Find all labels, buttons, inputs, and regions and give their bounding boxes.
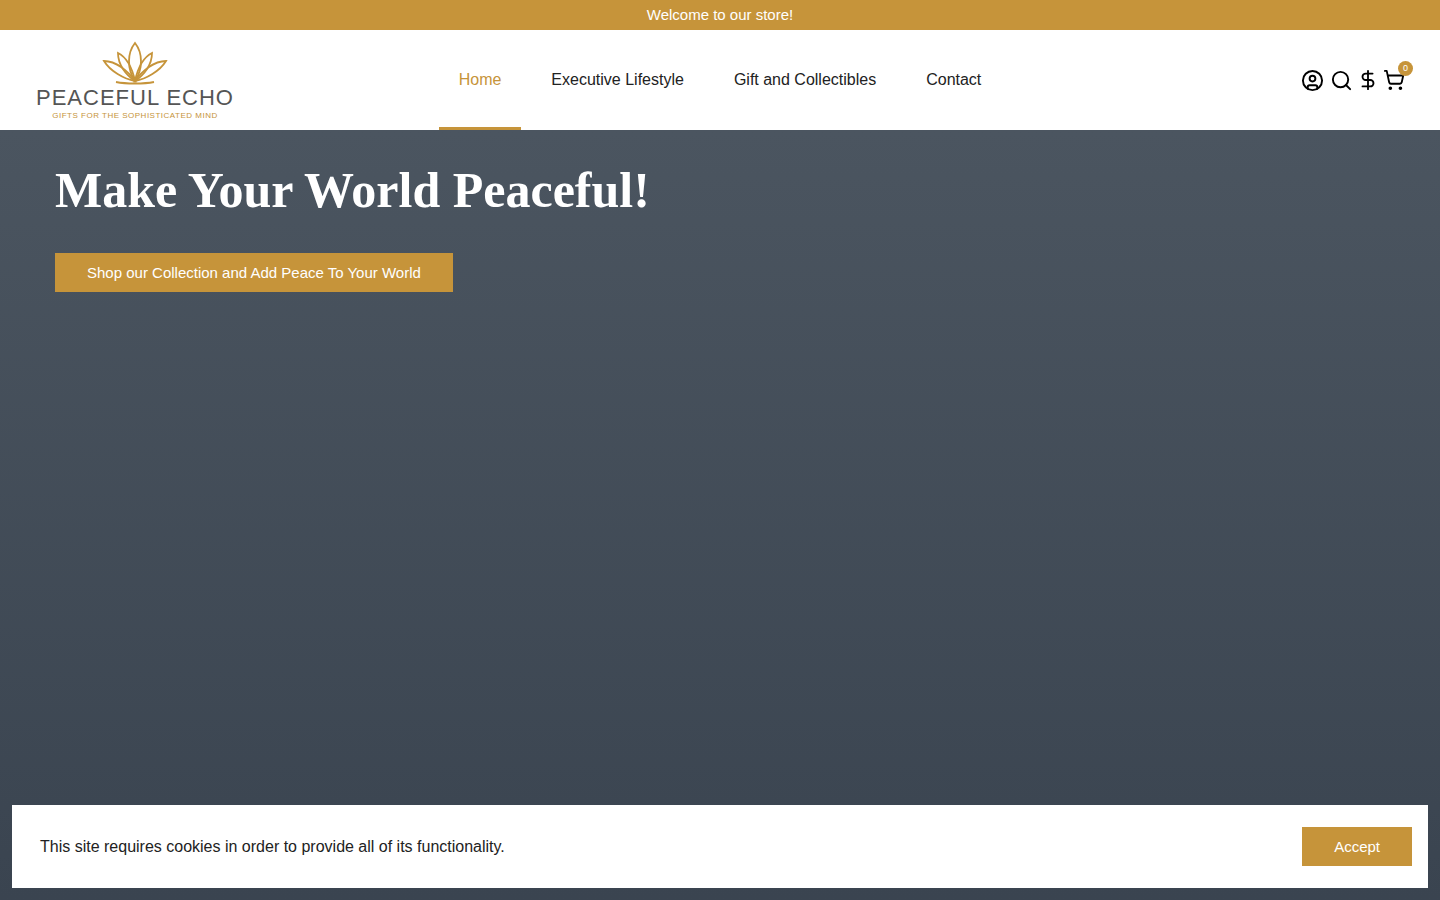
cart-badge: 0 xyxy=(1398,61,1413,76)
hero-title: Make Your World Peaceful! xyxy=(55,160,1440,220)
announcement-bar: Welcome to our store! xyxy=(0,0,1440,30)
header: PEACEFUL ECHOGIFTS FOR THE SOPHISTICATED… xyxy=(0,30,1440,130)
nav-item[interactable]: Executive Lifestyle xyxy=(531,30,704,130)
lotus-logo-icon xyxy=(96,39,174,85)
nav-item[interactable]: Home xyxy=(439,30,522,130)
search-icon[interactable] xyxy=(1330,69,1353,92)
account-icon[interactable] xyxy=(1301,69,1324,92)
currency-icon[interactable] xyxy=(1357,69,1379,91)
cart[interactable]: 0 xyxy=(1383,69,1405,91)
hero: Make Your World Peaceful! Shop our Collec… xyxy=(0,130,1440,900)
cookie-message: This site requires cookies in order to p… xyxy=(40,835,505,859)
accept-button[interactable]: Accept xyxy=(1302,827,1412,866)
hero-button[interactable]: Shop our Collection and Add Peace To You… xyxy=(55,253,453,292)
header-icons: 0 xyxy=(1001,69,1440,92)
cookie-banner: This site requires cookies in order to p… xyxy=(12,805,1428,888)
logo-tagline: GIFTS FOR THE SOPHISTICATED MIND xyxy=(52,111,218,121)
page: Welcome to our store! PEACEFUL ECHOGIFTS … xyxy=(0,0,1440,900)
nav-item[interactable]: Contact xyxy=(906,30,1001,130)
main-nav: HomeExecutive LifestyleGift and Collecti… xyxy=(439,30,1002,130)
logo-name: PEACEFUL ECHO xyxy=(36,85,234,111)
nav-item[interactable]: Gift and Collectibles xyxy=(714,30,896,130)
logo[interactable]: PEACEFUL ECHOGIFTS FOR THE SOPHISTICATED… xyxy=(0,39,235,121)
